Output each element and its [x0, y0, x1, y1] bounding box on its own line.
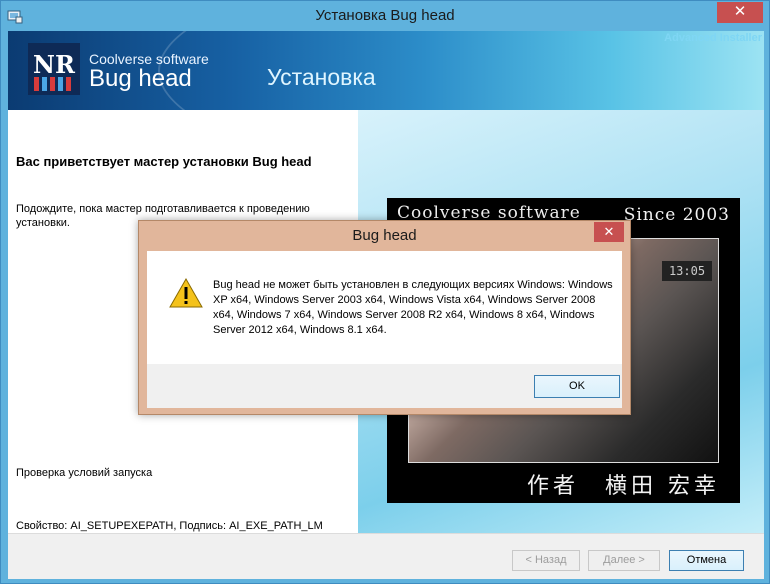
dialog-body: Bug head не может быть установлен в след…: [147, 251, 622, 408]
window-title: Установка Bug head: [315, 7, 455, 24]
status-text: Проверка условий запуска: [16, 467, 153, 479]
splash-author-text: 作者 横田 宏幸: [527, 474, 720, 499]
dialog-title: Bug head: [352, 227, 417, 244]
next-button[interactable]: Далее >: [588, 550, 660, 571]
dialog-message: Bug head не может быть установлен в след…: [213, 279, 613, 336]
ok-button[interactable]: OK: [534, 375, 620, 398]
advanced-installer-brand: Advanced Installer: [664, 32, 762, 44]
wizard-footer: < Назад Далее > Отмена: [8, 533, 764, 579]
welcome-heading: Вас приветствует мастер установки Bug he…: [16, 154, 312, 169]
property-info-text: Свойство: AI_SETUPEXEPATH, Подпись: AI_E…: [16, 520, 323, 532]
cancel-button[interactable]: Отмена: [669, 550, 744, 571]
dialog-button-bar: OK: [147, 364, 622, 408]
nr-logo-icon: NR: [28, 43, 80, 95]
photo-clock-display: 13:05: [662, 261, 712, 281]
header-banner: NR Coolverse software Bug head Установка…: [8, 31, 764, 110]
warning-icon: [169, 278, 203, 308]
splash-since-text: Since 2003: [623, 205, 730, 225]
product-name: Bug head: [89, 65, 192, 92]
svg-text:NR: NR: [33, 50, 76, 79]
dialog-close-button[interactable]: ✕: [594, 222, 624, 242]
error-dialog: Bug head ✕ Bug head не может быть устано…: [138, 220, 631, 415]
title-bar[interactable]: Установка Bug head ✕: [1, 1, 769, 31]
window-close-button[interactable]: ✕: [717, 2, 763, 23]
back-button[interactable]: < Назад: [512, 550, 580, 571]
wizard-stage-title: Установка: [267, 64, 376, 90]
